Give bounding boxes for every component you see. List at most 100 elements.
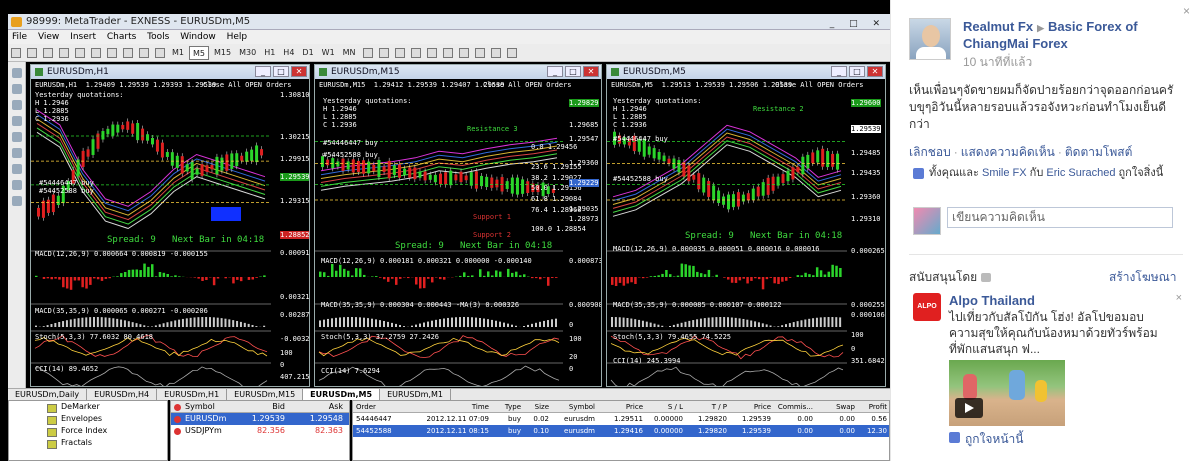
post-time[interactable]: 10 นาทีที่แล้ว [963,53,1032,72]
text-icon[interactable] [123,47,133,58]
maximize-icon[interactable]: □ [849,66,865,77]
close-icon[interactable]: ✕ [291,66,307,77]
tab-eurusdm-h1[interactable]: EURUSDm,H1 [157,389,228,400]
navigator-item[interactable]: DeMarker [9,401,167,413]
tf-mn[interactable]: MN [340,46,359,60]
channel-icon[interactable] [91,47,101,58]
menu-insert[interactable]: Insert [70,32,96,42]
zoom-in-icon[interactable] [410,47,421,58]
minimize-icon[interactable]: _ [255,66,271,77]
order-row[interactable]: 54446447 2012.12.11 07:09 buy 0.02 eurusdm 1.… [353,413,889,425]
arrow-icon[interactable] [155,47,165,58]
new-chart-icon[interactable] [12,68,22,78]
info-icon[interactable] [981,273,992,283]
tab-eurusdm-h4[interactable]: EURUSDm,H4 [87,389,158,400]
chart-window-h1[interactable]: EURUSDm,H1 _ □ ✕ EURUSDm,H1 1.29409 1.2953… [30,64,310,387]
zoom-out-icon[interactable] [426,47,437,58]
vertical-line-icon[interactable] [43,47,53,58]
tf-m30[interactable]: M30 [236,46,259,60]
label-icon[interactable] [139,47,149,58]
templates-icon[interactable] [506,47,517,58]
navigator-item[interactable]: Fractals [9,437,167,449]
tab-eurusdm-m5[interactable]: EURUSDm,M5 [303,389,381,400]
cursor-icon[interactable] [11,47,21,58]
market-watch-row[interactable]: EURUSDm 1.29539 1.29548 [171,413,349,425]
horizontal-line-icon[interactable] [59,47,69,58]
tf-h4[interactable]: H4 [280,46,297,60]
author-name[interactable]: Realmut Fx [963,19,1033,34]
menu-file[interactable]: File [12,32,27,42]
macd-bar [777,277,780,285]
chart-window-m5[interactable]: EURUSDm,M5 _ □ ✕ EURUSDm,M5 1.29513 1.2953… [606,64,886,387]
close-icon[interactable]: × [1183,4,1190,18]
chart-window-titlebar[interactable]: EURUSDm,H1 _ □ ✕ [31,65,309,79]
new-order-icon[interactable] [12,180,22,190]
minimize-icon[interactable]: _ [547,66,563,77]
trendline-icon[interactable] [75,47,85,58]
crosshair-icon[interactable] [27,47,37,58]
order-row[interactable]: 54452588 2012.12.11 08:15 buy 0.10 eurusdm 1.… [353,425,889,437]
maximize-icon[interactable]: □ [273,66,289,77]
tile-windows-icon[interactable] [442,47,453,58]
expert-advisors-icon[interactable] [12,196,22,206]
market-watch-row[interactable]: USDJPYm 82.356 82.363 [171,425,349,437]
close-icon[interactable]: ✕ [583,66,599,77]
navigator-item[interactable]: Envelopes [9,413,167,425]
col-bid[interactable]: Bid [231,401,289,412]
follow-post-link[interactable]: ติดตามโพสต์ [1065,145,1133,159]
close-all-orders-label[interactable]: Close All OPEN Orders [775,81,864,89]
ad-logo[interactable]: ALPO [913,293,941,321]
close-all-orders-label[interactable]: Close All OPEN Orders [483,81,572,89]
tf-d1[interactable]: D1 [299,46,316,60]
indicators-icon[interactable] [474,47,485,58]
play-icon[interactable] [955,398,983,418]
close-icon[interactable]: ✕ [867,66,883,77]
comment-link[interactable]: แสดงความคิดเห็น [961,145,1055,159]
close-all-orders-label[interactable]: Close All OPEN Orders [203,81,292,89]
line-chart-icon[interactable] [394,47,405,58]
chart-window-titlebar[interactable]: EURUSDm,M5 _ □ ✕ [607,65,885,79]
tf-w1[interactable]: W1 [319,46,338,60]
menu-window[interactable]: Window [180,32,216,42]
unlike-link[interactable]: เลิกชอบ [909,145,951,159]
fibonacci-icon[interactable] [107,47,117,58]
menu-tools[interactable]: Tools [147,32,169,42]
menu-help[interactable]: Help [227,32,248,42]
col-symbol[interactable]: Symbol [171,401,231,412]
ad-close-icon[interactable]: × [1176,292,1182,304]
tf-m15[interactable]: M15 [211,46,234,60]
maximize-icon[interactable]: □ [565,66,581,77]
candle-chart-icon[interactable] [378,47,389,58]
chart-window-titlebar[interactable]: EURUSDm,M15 _ □ ✕ [315,65,601,79]
liker-link[interactable]: Eric Surached [1046,167,1115,179]
minimize-icon[interactable]: _ [831,66,847,77]
periods-icon[interactable] [490,47,501,58]
liker-link[interactable]: Smile FX [982,167,1027,179]
profiles-icon[interactable] [12,84,22,94]
tf-m1[interactable]: M1 [169,46,187,60]
ad-video-thumbnail[interactable] [949,360,1065,426]
strategy-tester-icon[interactable] [12,164,22,174]
tf-m5[interactable]: M5 [189,45,209,60]
col-ask[interactable]: Ask [289,401,347,412]
create-ad-link[interactable]: สร้างโฆษณา [1109,268,1177,287]
bar-chart-icon[interactable] [362,47,373,58]
tab-eurusdm-m1[interactable]: EURUSDm,M1 [380,389,451,400]
navigator-item[interactable]: Force Index [9,425,167,437]
tab-eurusdm-daily[interactable]: EURUSDm,Daily [8,389,88,400]
tab-eurusdm-m15[interactable]: EURUSDm,M15 [227,389,304,400]
autoscroll-icon[interactable] [458,47,469,58]
comment-input[interactable]: เขียนความคิดเห็น [947,207,1173,228]
menu-charts[interactable]: Charts [107,32,136,42]
navigator-icon[interactable] [12,132,22,142]
menu-view[interactable]: View [38,32,59,42]
author-avatar[interactable] [909,18,951,60]
tf-h1[interactable]: H1 [261,46,278,60]
terminal-icon[interactable] [12,148,22,158]
market-watch-icon[interactable] [12,100,22,110]
data-window-icon[interactable] [12,116,22,126]
ad-title[interactable]: Alpo Thailand [949,293,1035,308]
chart-window-m15[interactable]: EURUSDm,M15 _ □ ✕ EURUSDm,M15 1.29412 1.29… [314,64,602,387]
order-cell-0: 54446447 [356,415,392,423]
ad-like-page[interactable]: ถูกใจหน้านี้ [949,430,1023,449]
